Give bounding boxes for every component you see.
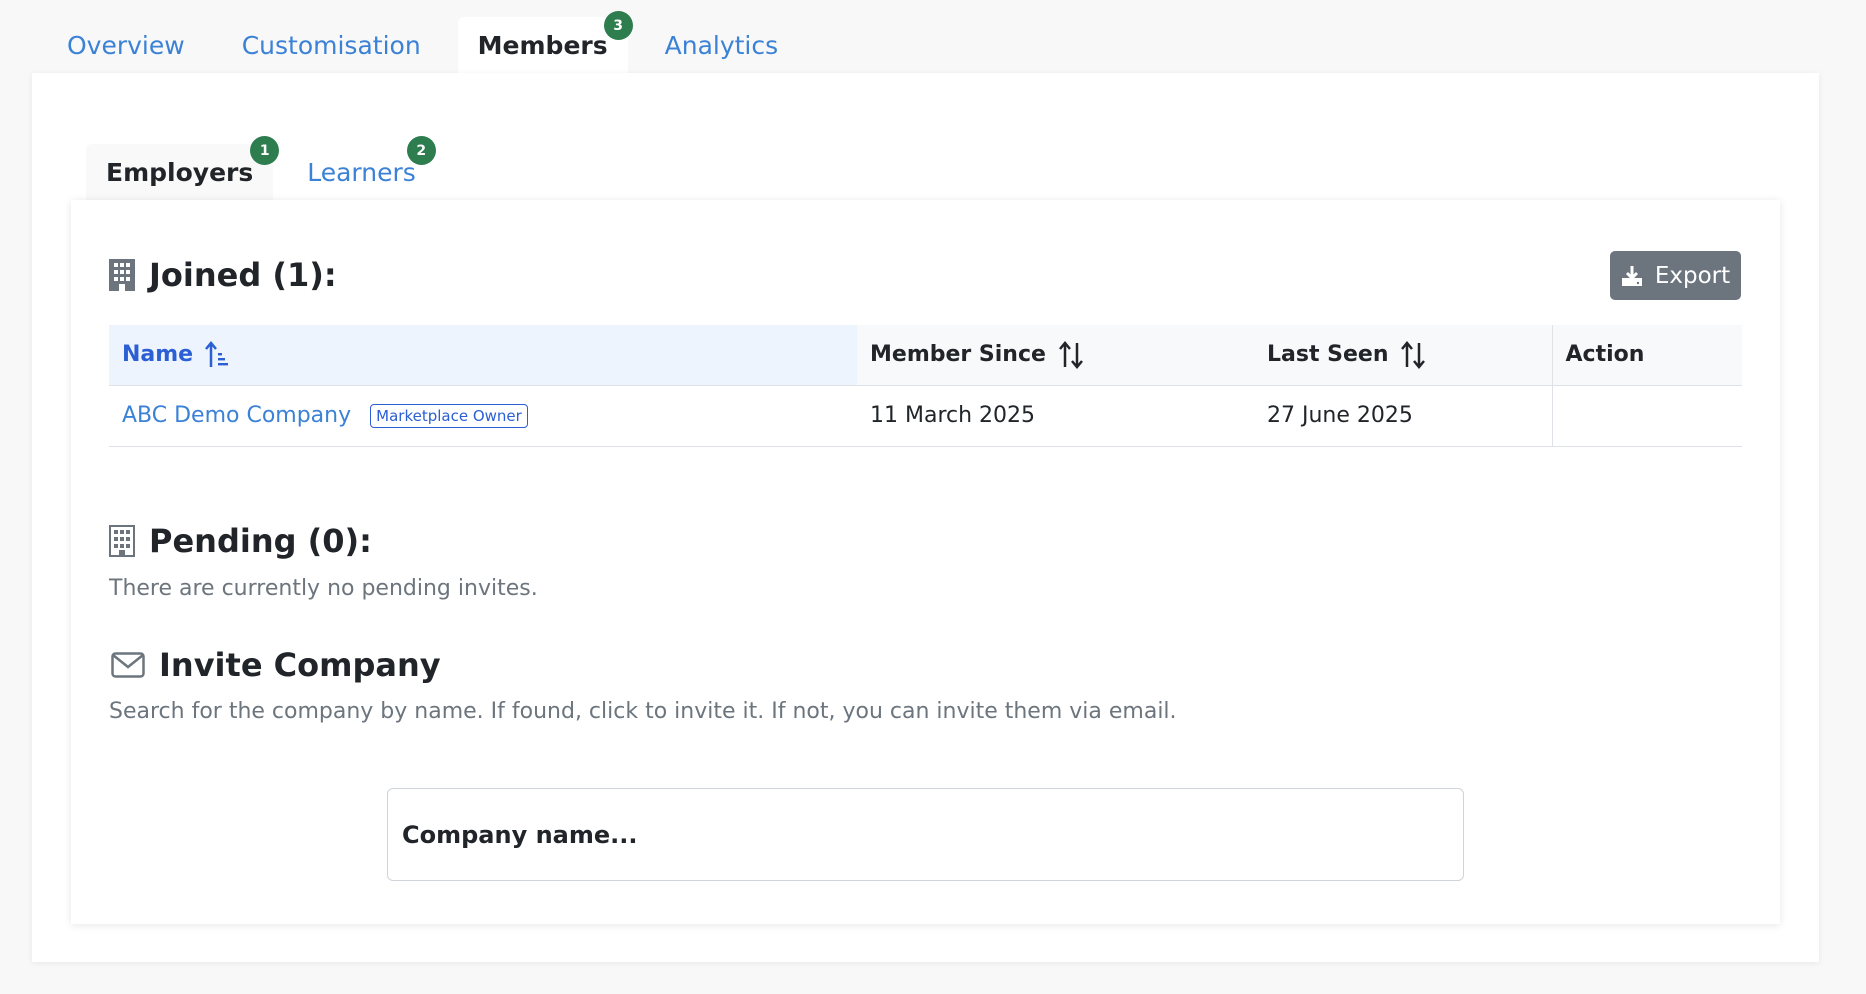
column-name-label: Name: [122, 342, 194, 368]
joined-table: Name Member Since Last Seen Action ABC D…: [109, 325, 1742, 447]
cell-last-seen: 27 June 2025: [1254, 385, 1552, 447]
invite-description: Search for the company by name. If found…: [109, 699, 1177, 724]
tab-analytics-label: Analytics: [664, 30, 779, 60]
tab-learners-label: Learners: [307, 157, 416, 187]
envelope-icon: [111, 652, 145, 678]
tab-employers[interactable]: Employers 1: [86, 136, 280, 200]
cell-action: [1551, 385, 1742, 447]
tab-members[interactable]: Members 3: [457, 11, 633, 73]
member-type-tabs: Employers 1 Learners 2: [86, 136, 450, 200]
building-fill-icon: [109, 259, 135, 291]
tab-analytics[interactable]: Analytics: [645, 17, 799, 73]
column-header-name[interactable]: Name: [109, 325, 857, 386]
pending-heading: Pending (0):: [109, 519, 372, 563]
sort-up-down-icon: [1401, 340, 1426, 369]
joined-heading: Joined (1):: [109, 253, 337, 297]
column-member-since-label: Member Since: [870, 342, 1046, 368]
download-icon: [1621, 265, 1642, 286]
export-button[interactable]: Export: [1610, 251, 1741, 300]
column-header-action: Action: [1551, 325, 1742, 386]
column-last-seen-label: Last Seen: [1267, 342, 1389, 368]
tab-employers-label: Employers: [106, 157, 254, 187]
column-action-label: Action: [1565, 342, 1645, 368]
top-tabs: Overview Customisation Members 3 Analyti…: [47, 11, 815, 73]
company-search-input[interactable]: [387, 788, 1464, 881]
marketplace-owner-tag: Marketplace Owner: [370, 404, 528, 428]
tab-overview[interactable]: Overview: [47, 17, 205, 73]
company-link[interactable]: ABC Demo Company: [122, 403, 351, 428]
tab-learners[interactable]: Learners 2: [287, 136, 436, 200]
invite-heading: Invite Company: [111, 643, 441, 687]
tab-overview-label: Overview: [67, 30, 185, 60]
tab-members-label: Members: [477, 30, 608, 60]
members-count-badge: 3: [603, 11, 633, 40]
column-header-last-seen[interactable]: Last Seen: [1254, 325, 1552, 386]
sort-up-down-icon: [1058, 340, 1083, 369]
cell-member-since: 11 March 2025: [857, 385, 1254, 447]
tab-customisation-label: Customisation: [241, 30, 421, 60]
tab-customisation[interactable]: Customisation: [222, 17, 441, 73]
pending-empty-message: There are currently no pending invites.: [109, 576, 538, 601]
building-outline-icon: [109, 525, 135, 557]
pending-title: Pending (0):: [149, 522, 372, 560]
column-header-member-since[interactable]: Member Since: [857, 325, 1254, 386]
table-header-row: Name Member Since Last Seen Action: [109, 325, 1742, 386]
learners-count-badge: 2: [406, 136, 436, 165]
invite-title: Invite Company: [159, 646, 441, 684]
sort-alpha-up-icon: [205, 340, 229, 367]
cell-name: ABC Demo Company Marketplace Owner: [109, 385, 857, 447]
table-row: ABC Demo Company Marketplace Owner 11 Ma…: [109, 385, 1742, 447]
employers-count-badge: 1: [250, 136, 280, 165]
export-label: Export: [1654, 262, 1731, 289]
joined-title: Joined (1):: [149, 256, 337, 294]
